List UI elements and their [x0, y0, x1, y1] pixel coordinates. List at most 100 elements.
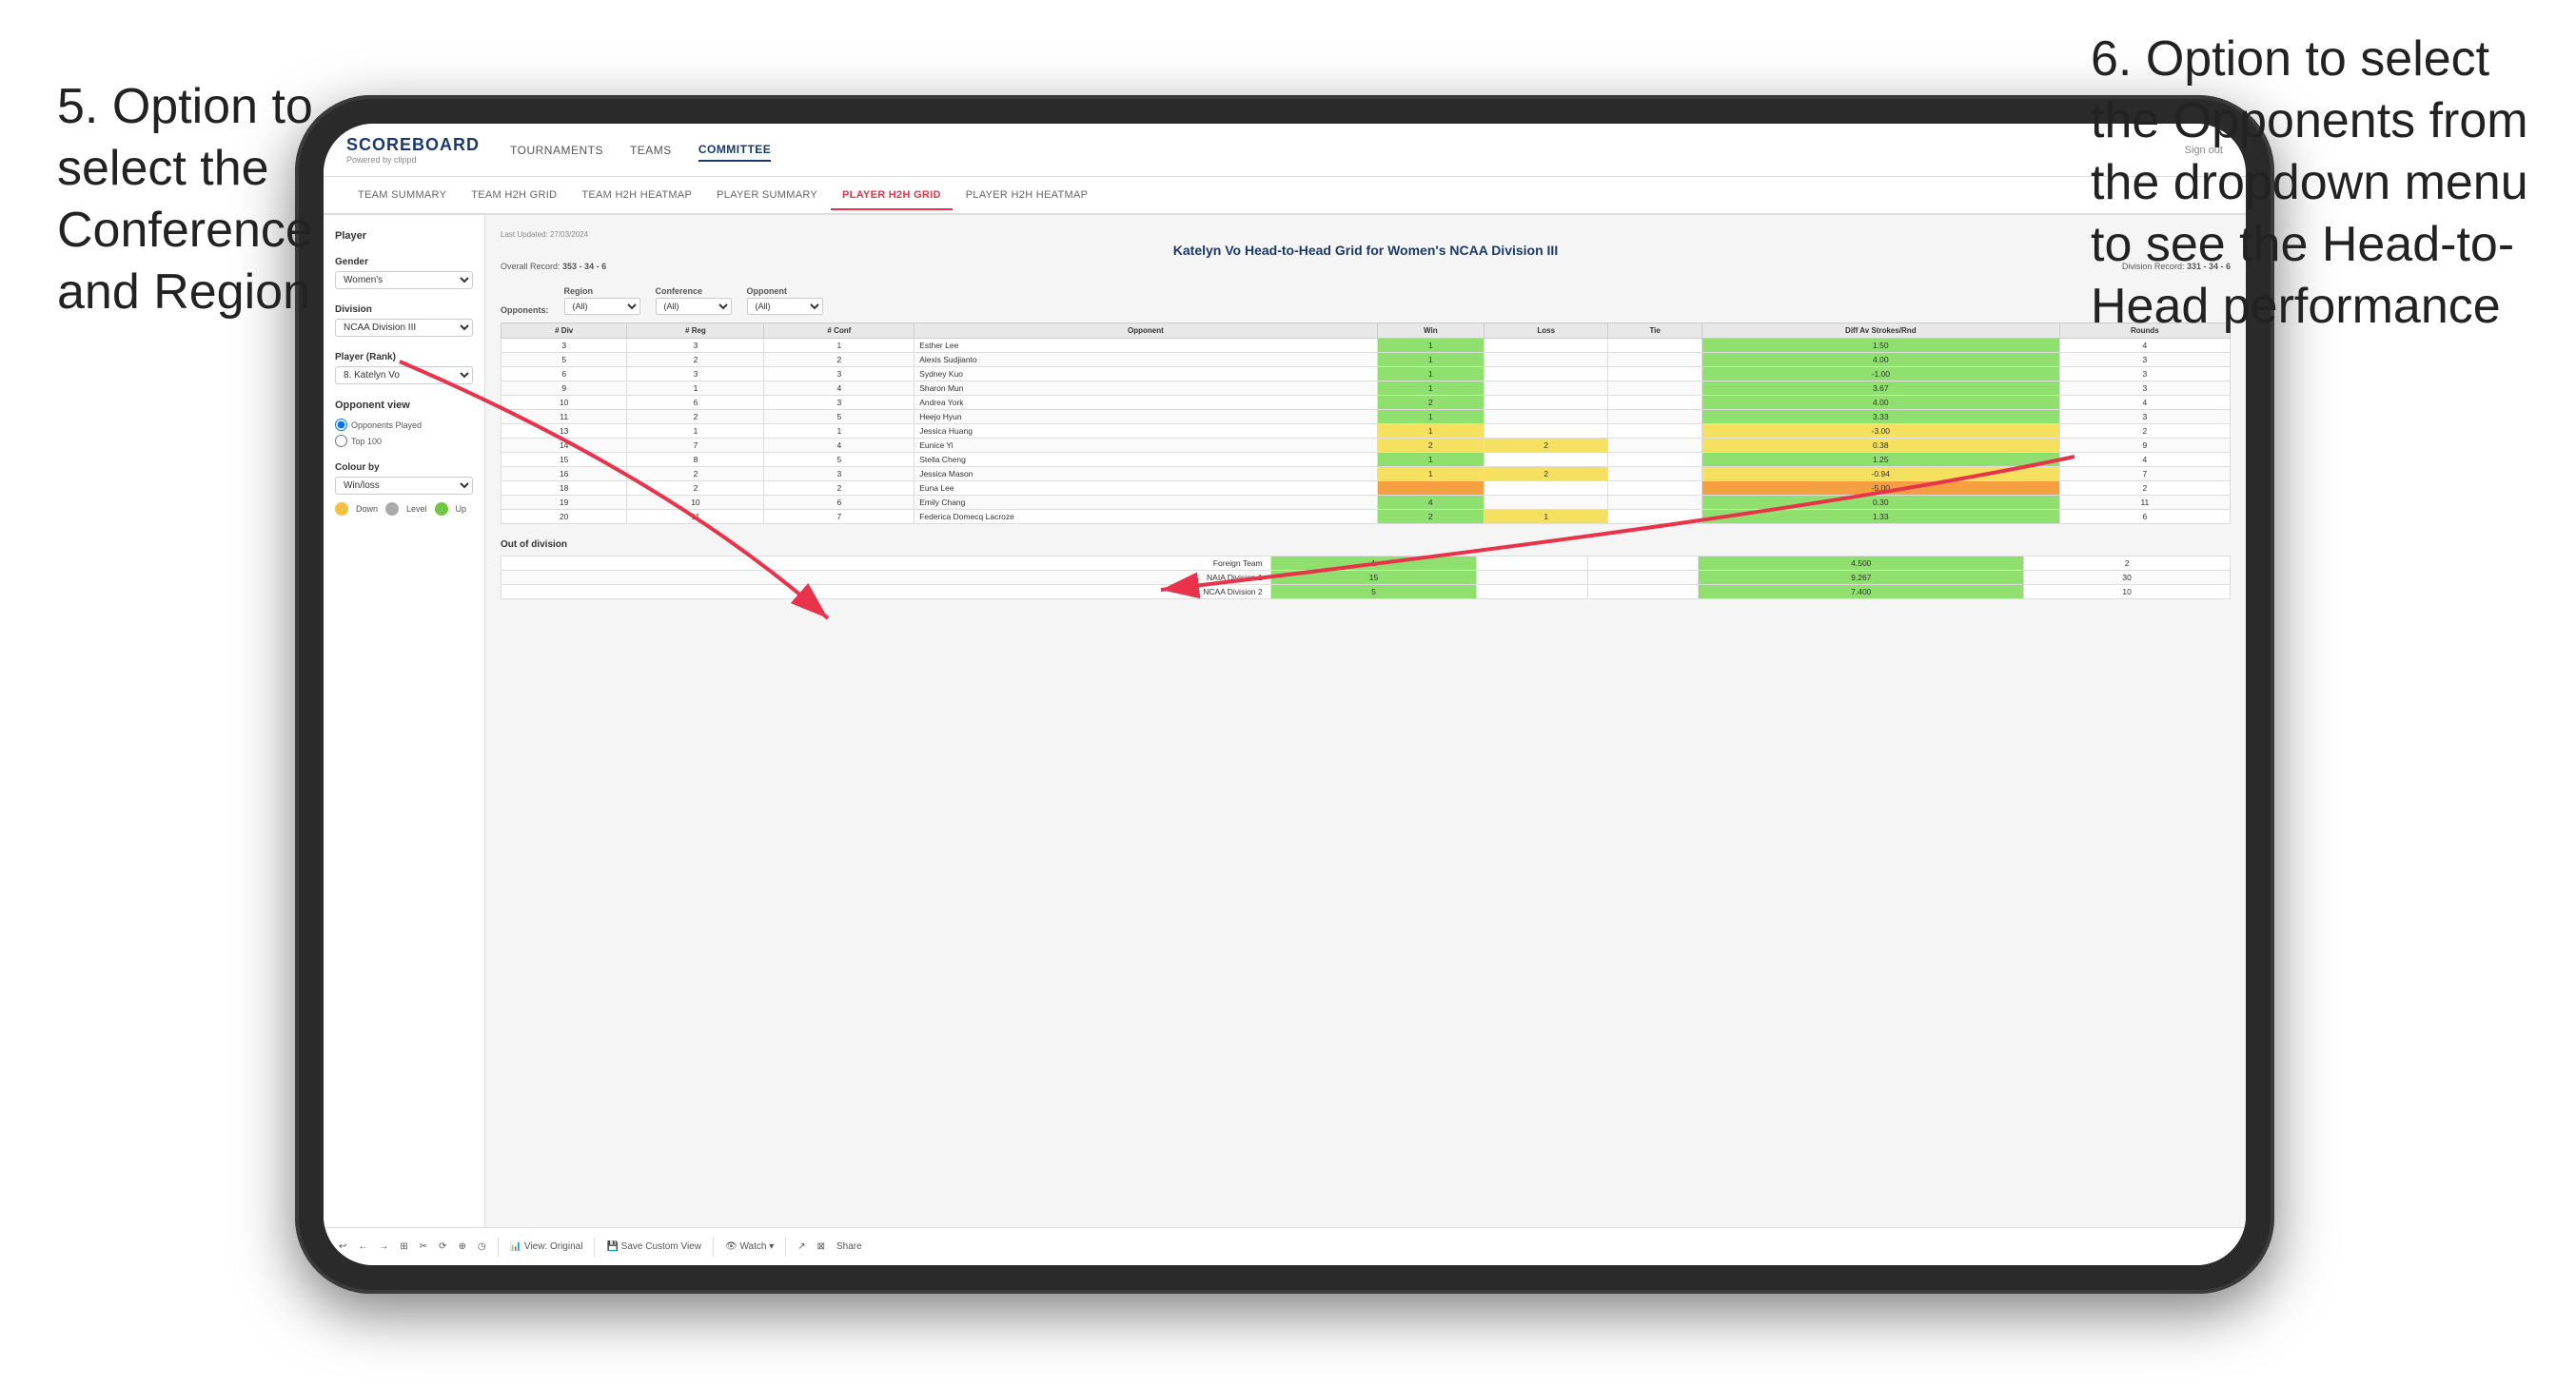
opponent-filter-label: Opponent — [747, 286, 823, 296]
table-row: 19 10 6 Emily Chang 4 0.30 11 — [501, 496, 2231, 510]
sidebar-player-rank-label: Player (Rank) — [335, 352, 473, 362]
opponents-filter-group: Opponents: — [501, 305, 549, 315]
table-row: 18 2 2 Euna Lee -5.00 2 — [501, 481, 2231, 496]
annotation-right: 6. Option to select the Opponents from t… — [2091, 29, 2547, 338]
annotation-left: 5. Option to select the Conference and R… — [57, 76, 400, 323]
main-content: Player Gender Women's Division NCAA Divi… — [324, 215, 2246, 1227]
table-row: 9 1 4 Sharon Mun 1 3.67 3 — [501, 381, 2231, 396]
col-loss: Loss — [1485, 323, 1608, 339]
toolbar-forward[interactable]: → — [379, 1241, 388, 1252]
table-row: 3 3 1 Esther Lee 1 1.50 4 — [501, 339, 2231, 353]
col-opponent: Opponent — [914, 323, 1377, 339]
toolbar-grid[interactable]: ⊞ — [400, 1241, 407, 1252]
opponent-filter-select[interactable]: (All) — [747, 298, 823, 315]
sidebar-opponent-view-section: Opponent view Opponents Played Top 100 — [335, 400, 473, 447]
toolbar-refresh[interactable]: ⟳ — [439, 1241, 446, 1252]
conference-filter-select[interactable]: (All) — [656, 298, 732, 315]
col-win: Win — [1377, 323, 1484, 339]
bottom-toolbar: ↩ ← → ⊞ ✂ ⟳ ⊕ ◷ 📊 View: Original 💾 Save … — [324, 1227, 2246, 1265]
out-of-division-row: NCAA Division 2 5 7.400 10 — [501, 585, 2231, 599]
conference-filter-group: Conference (All) — [656, 286, 732, 315]
table-row: 13 1 1 Jessica Huang 1 -3.00 2 — [501, 424, 2231, 439]
player-rank-select[interactable]: 8. Katelyn Vo — [335, 366, 473, 384]
sub-nav: TEAM SUMMARY TEAM H2H GRID TEAM H2H HEAT… — [324, 177, 2246, 215]
tablet-screen: SCOREBOARD Powered by clippd TOURNAMENTS… — [324, 124, 2246, 1265]
opponent-view-radio-group: Opponents Played Top 100 — [335, 419, 473, 447]
colour-up-label: Up — [456, 504, 467, 514]
app-container: SCOREBOARD Powered by clippd TOURNAMENTS… — [324, 124, 2246, 1265]
toolbar-watch[interactable]: 👁 Watch ▾ — [725, 1241, 774, 1252]
colour-up — [435, 502, 448, 516]
toolbar-add[interactable]: ⊕ — [459, 1241, 466, 1252]
colour-by-select[interactable]: Win/loss — [335, 477, 473, 495]
out-of-division-row: NAIA Division 1 15 9.267 30 — [501, 571, 2231, 585]
content-panel: Last Updated: 27/03/2024 Katelyn Vo Head… — [485, 215, 2246, 1227]
tab-team-h2h-grid[interactable]: TEAM H2H GRID — [460, 182, 568, 208]
colour-level — [385, 502, 399, 516]
tab-team-h2h-heatmap[interactable]: TEAM H2H HEATMAP — [570, 182, 703, 208]
out-of-division-row: Foreign Team 1 4.500 2 — [501, 556, 2231, 571]
toolbar-back[interactable]: ← — [358, 1241, 367, 1252]
nav-items: TOURNAMENTS TEAMS COMMITTEE — [510, 139, 2185, 162]
toolbar-sep-2 — [594, 1238, 595, 1257]
table-row: 5 2 2 Alexis Sudjianto 1 4.00 3 — [501, 353, 2231, 367]
colour-circles: Down Level Up — [335, 502, 473, 516]
region-filter-select[interactable]: (All) — [564, 298, 640, 315]
table-row: 20 11 7 Federica Domecq Lacroze 2 1 1.33… — [501, 510, 2231, 524]
nav-committee[interactable]: COMMITTEE — [698, 139, 772, 162]
tab-player-summary[interactable]: PLAYER SUMMARY — [705, 182, 829, 208]
colour-down — [335, 502, 348, 516]
tab-player-h2h-heatmap[interactable]: PLAYER H2H HEATMAP — [954, 182, 1099, 208]
col-div: # Div — [501, 323, 627, 339]
nav-teams[interactable]: TEAMS — [630, 140, 672, 161]
toolbar-layout[interactable]: ⊠ — [817, 1241, 825, 1252]
report-header: Last Updated: 27/03/2024 Katelyn Vo Head… — [501, 230, 2231, 279]
table-row: 6 3 3 Sydney Kuo 1 -1.00 3 — [501, 367, 2231, 381]
region-filter-label: Region — [564, 286, 640, 296]
opponents-label: Opponents: — [501, 305, 549, 315]
sidebar: Player Gender Women's Division NCAA Divi… — [324, 215, 485, 1227]
toolbar-sep-1 — [498, 1238, 499, 1257]
region-filter-group: Region (All) — [564, 286, 640, 315]
sidebar-opponent-view-title: Opponent view — [335, 400, 473, 411]
sidebar-player-rank-section: Player (Rank) 8. Katelyn Vo — [335, 352, 473, 384]
table-row: 15 8 5 Stella Cheng 1 1.25 4 — [501, 453, 2231, 467]
colour-down-label: Down — [356, 504, 378, 514]
last-updated: Last Updated: 27/03/2024 — [501, 230, 2231, 239]
toolbar-save-custom-view[interactable]: 💾 Save Custom View — [606, 1241, 701, 1252]
tab-player-h2h-grid[interactable]: PLAYER H2H GRID — [831, 182, 953, 210]
table-row: 10 6 3 Andrea York 2 4.00 4 — [501, 396, 2231, 410]
out-of-division-table: Foreign Team 1 4.500 2 NAIA Division 1 1… — [501, 556, 2231, 599]
table-row: 14 7 4 Eunice Yi 2 2 0.38 9 — [501, 439, 2231, 453]
radio-top-100[interactable]: Top 100 — [335, 435, 473, 447]
toolbar-undo[interactable]: ↩ — [339, 1241, 346, 1252]
nav-tournaments[interactable]: TOURNAMENTS — [510, 140, 603, 161]
conference-filter-label: Conference — [656, 286, 732, 296]
overall-record-label: Overall Record: 353 - 34 - 6 — [501, 262, 606, 271]
radio-opponents-played[interactable]: Opponents Played — [335, 419, 473, 431]
tablet-shell: SCOREBOARD Powered by clippd TOURNAMENTS… — [295, 95, 2274, 1294]
colour-level-label: Level — [406, 504, 427, 514]
toolbar-view-original[interactable]: 📊 View: Original — [510, 1241, 583, 1252]
toolbar-share[interactable]: Share — [836, 1241, 862, 1252]
opponent-filter-group: Opponent (All) — [747, 286, 823, 315]
col-conf: # Conf — [764, 323, 914, 339]
col-diff: Diff Av Strokes/Rnd — [1701, 323, 2059, 339]
record-row: Overall Record: 353 - 34 - 6 Division Re… — [501, 262, 2231, 271]
sidebar-colour-label: Colour by — [335, 462, 473, 473]
filter-row: Opponents: Region (All) Conference (All) — [501, 286, 2231, 315]
report-title: Katelyn Vo Head-to-Head Grid for Women's… — [501, 243, 2231, 258]
sidebar-colour-section: Colour by Win/loss Down Level Up — [335, 462, 473, 516]
col-tie: Tie — [1608, 323, 1702, 339]
toolbar-export[interactable]: ↗ — [797, 1241, 805, 1252]
col-reg: # Reg — [627, 323, 764, 339]
toolbar-clock[interactable]: ◷ — [478, 1241, 486, 1252]
table-row: 11 2 5 Heejo Hyun 1 3.33 3 — [501, 410, 2231, 424]
toolbar-cut[interactable]: ✂ — [420, 1241, 427, 1252]
table-row: 16 2 3 Jessica Mason 1 2 -0.94 7 — [501, 467, 2231, 481]
toolbar-sep-3 — [713, 1238, 714, 1257]
out-of-division-title: Out of division — [501, 539, 2231, 550]
top-nav: SCOREBOARD Powered by clippd TOURNAMENTS… — [324, 124, 2246, 177]
main-data-table: # Div # Reg # Conf Opponent Win Loss Tie… — [501, 322, 2231, 524]
overall-record-value: 353 - 34 - 6 — [562, 262, 606, 271]
